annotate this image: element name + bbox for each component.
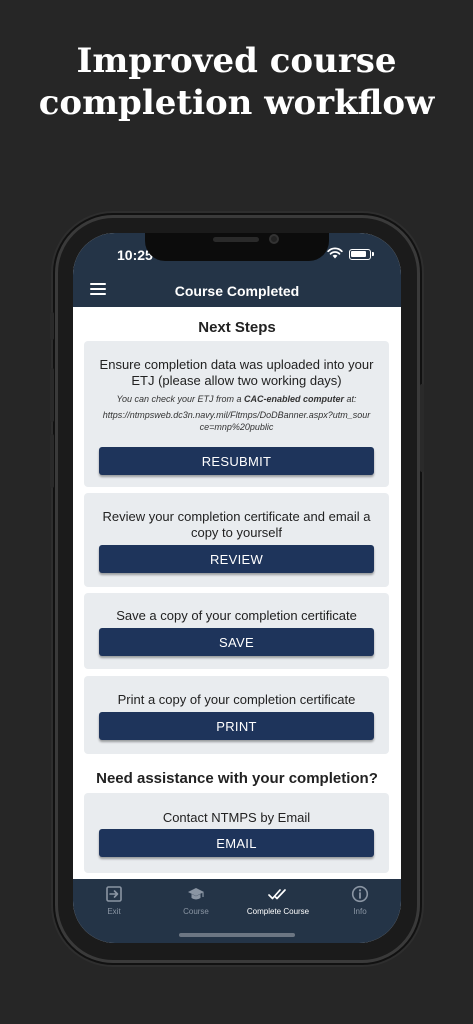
print-card: Print a copy of your completion certific… [84, 676, 389, 754]
app-header: Course Completed [73, 275, 401, 307]
double-check-icon [268, 889, 286, 900]
status-bar: 10:25 [73, 233, 401, 275]
tab-complete-course-label: Complete Course [246, 907, 310, 916]
page-title: Course Completed [174, 283, 300, 299]
phone-screen: 10:25 Course Completed Next Steps Ensure… [73, 233, 401, 943]
etj-card: Ensure completion data was uploaded into… [84, 341, 389, 487]
battery-icon [349, 249, 374, 260]
next-steps-title: Next Steps [198, 319, 276, 336]
tab-exit[interactable]: Exit [73, 885, 155, 916]
tab-course-label: Course [183, 907, 209, 916]
email-button[interactable]: EMAIL [99, 829, 374, 857]
save-button[interactable]: SAVE [99, 628, 374, 656]
main-content[interactable]: Next Steps Ensure completion data was up… [73, 307, 401, 879]
save-text: Save a copy of your completion certifica… [116, 608, 357, 623]
etj-text: Ensure completion data was uploaded into… [99, 357, 374, 388]
review-card: Review your completion certificate and e… [84, 493, 389, 587]
review-text: Review your completion certificate and e… [102, 509, 371, 540]
phone-power-button [420, 384, 424, 472]
phone-side-button [50, 312, 54, 340]
etj-note-bold: CAC-enabled computer [244, 394, 345, 404]
tab-info[interactable]: Info [319, 885, 401, 916]
headline-line-2: completion workflow [38, 83, 435, 123]
home-indicator[interactable] [179, 933, 295, 937]
save-card: Save a copy of your completion certifica… [84, 593, 389, 669]
tab-info-label: Info [353, 907, 367, 916]
review-button[interactable]: REVIEW [99, 545, 374, 573]
tab-exit-label: Exit [107, 907, 121, 916]
tab-course[interactable]: Course [155, 885, 237, 916]
email-card: Contact NTMPS by Email EMAIL [84, 793, 389, 873]
exit-icon [106, 886, 122, 902]
email-text: Contact NTMPS by Email [162, 810, 311, 825]
phone-volume-up [50, 368, 54, 422]
print-button[interactable]: PRINT [99, 712, 374, 740]
wifi-icon [327, 247, 343, 259]
speaker [213, 237, 259, 242]
info-icon [351, 885, 369, 903]
headline-line-1: Improved course [76, 41, 397, 81]
etj-note-prefix: You can check your ETJ from a [116, 394, 242, 404]
notch [145, 233, 329, 261]
graduation-cap-icon [188, 888, 204, 900]
print-text: Print a copy of your completion certific… [117, 692, 356, 707]
tab-bar: Exit Course Complete Course Info [73, 879, 401, 943]
etj-note-suffix: at: [346, 394, 357, 404]
resubmit-button[interactable]: RESUBMIT [99, 447, 374, 475]
etj-url: https://ntmpsweb.dc3n.navy.mil/Fltmps/Do… [102, 410, 371, 432]
phone-volume-down [50, 434, 54, 488]
front-camera [269, 234, 279, 244]
marketing-headline: Improved course completion workflow [0, 40, 473, 124]
assistance-title: Need assistance with your completion? [96, 770, 378, 787]
tab-complete-course[interactable]: Complete Course [237, 885, 319, 916]
etj-note: You can check your ETJ from a CAC-enable… [84, 393, 389, 406]
